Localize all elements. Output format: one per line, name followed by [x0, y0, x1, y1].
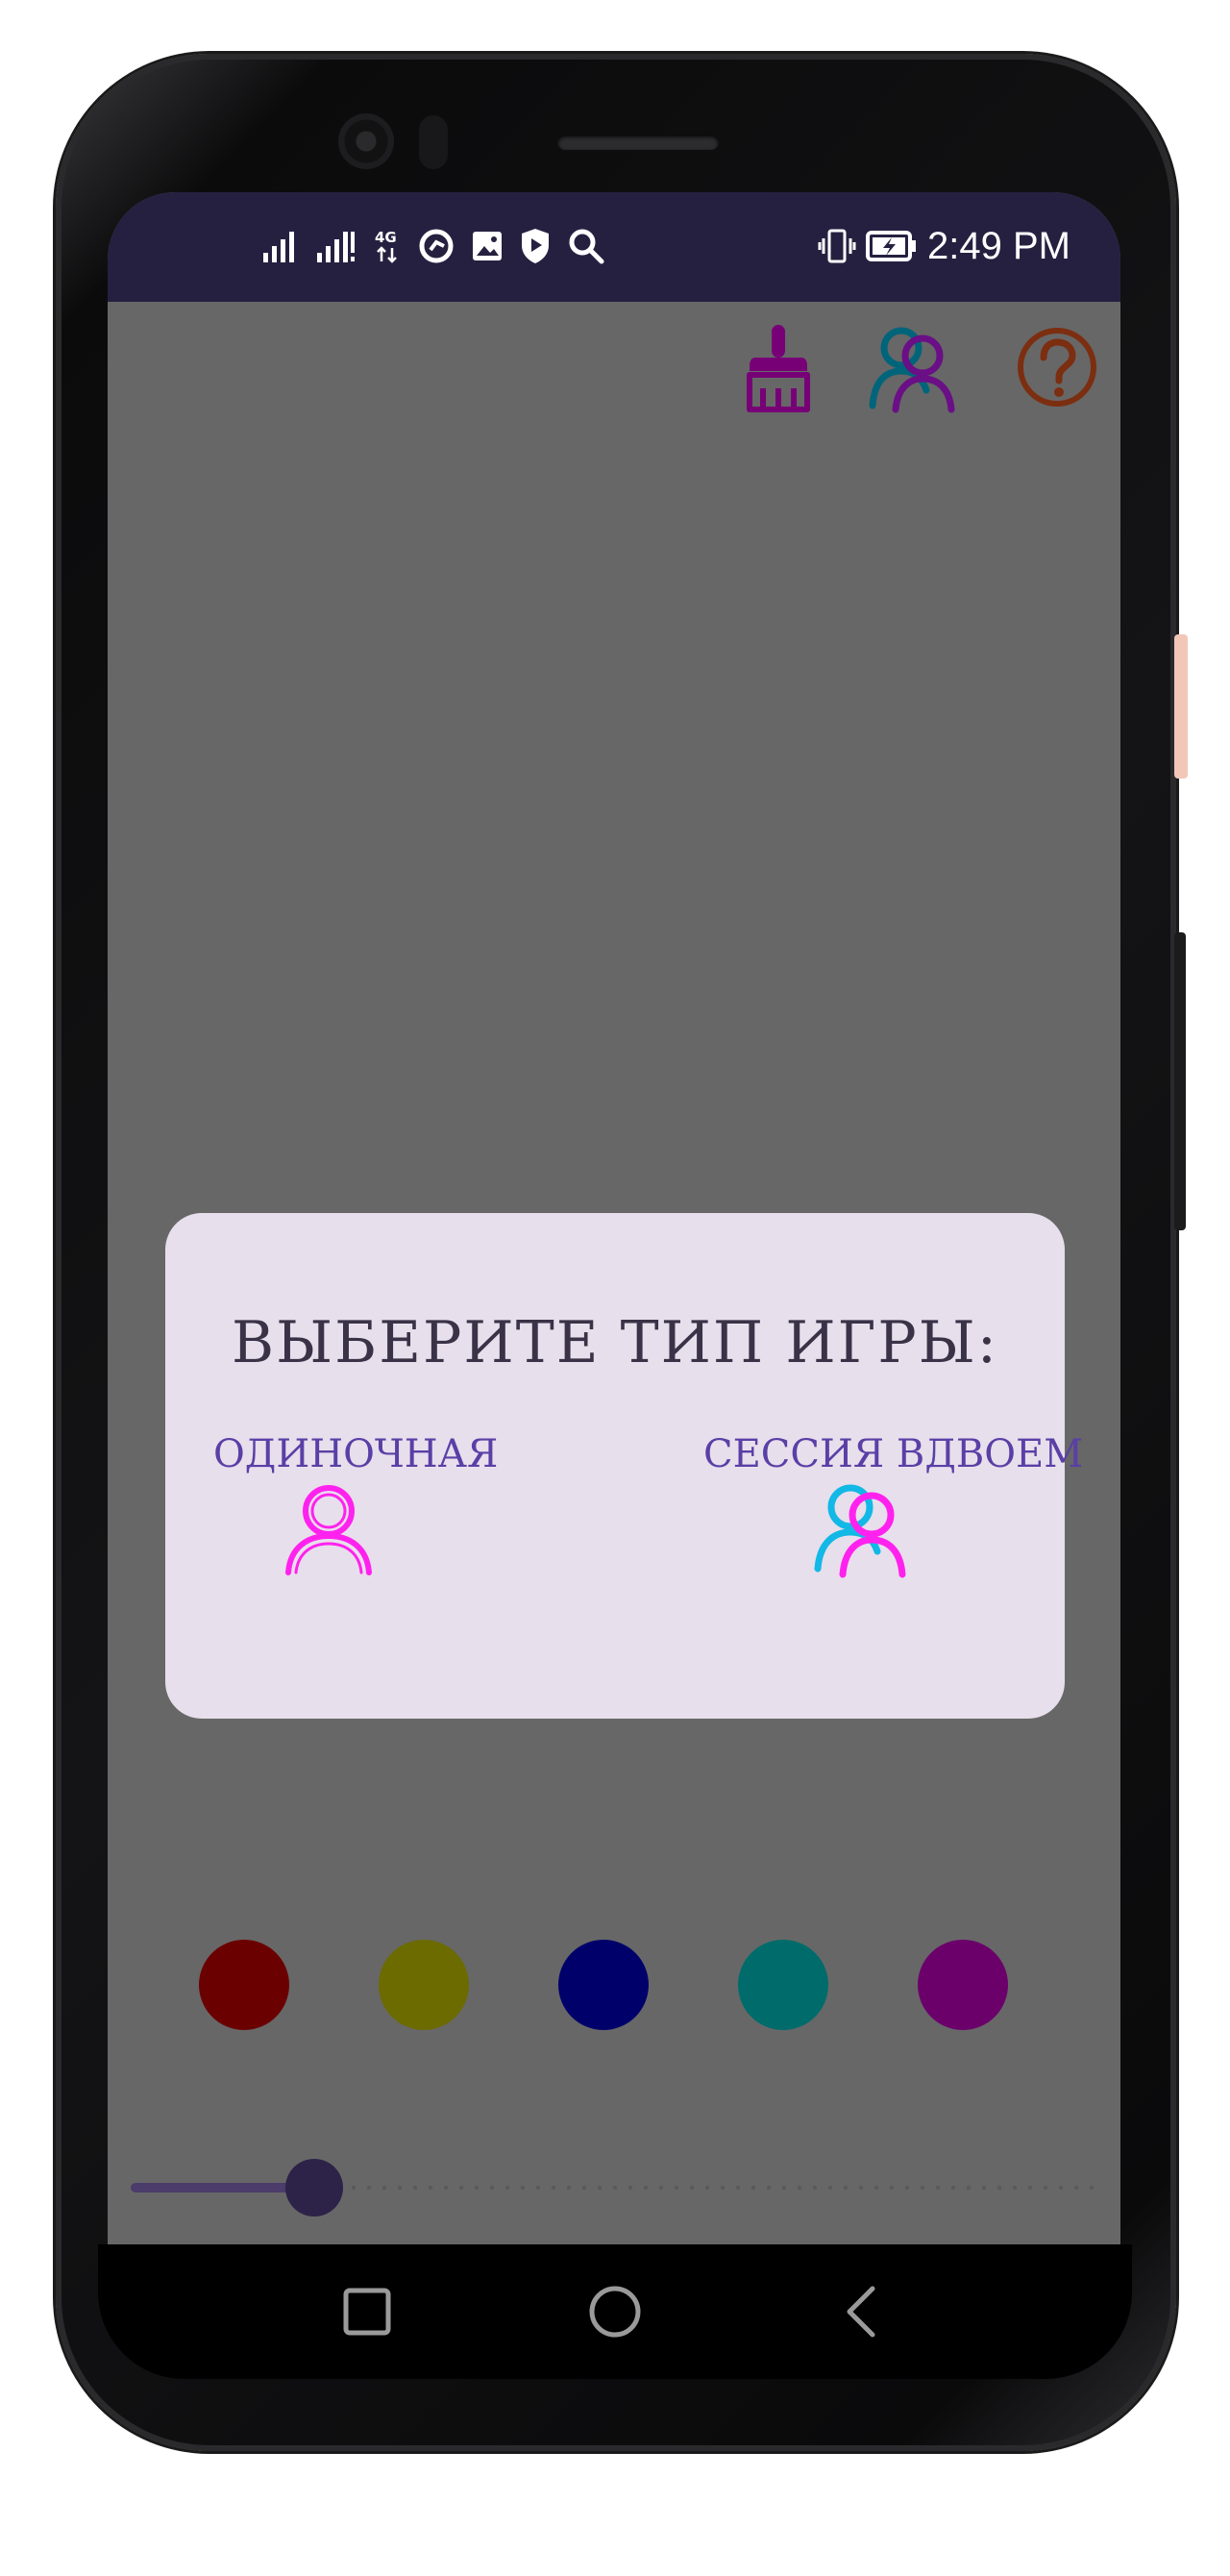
power-button — [1174, 932, 1186, 1230]
signal-icon — [317, 232, 355, 262]
image-icon — [473, 232, 502, 260]
status-left-icons: 4G — [261, 225, 605, 267]
battery-charging-icon — [866, 231, 917, 261]
app-canvas[interactable]: ВЫБЕРИТЕ ТИП ИГРЫ: ОДИНОЧНАЯ СЕССИЯ ВДВО… — [108, 302, 1120, 2244]
back-icon[interactable] — [832, 2281, 894, 2342]
broom-icon[interactable] — [732, 321, 824, 413]
color-swatch-red[interactable] — [199, 1940, 289, 2030]
game-type-dialog: ВЫБЕРИТЕ ТИП ИГРЫ: ОДИНОЧНАЯ СЕССИЯ ВДВО… — [165, 1213, 1084, 1719]
network-4g-icon: 4G — [375, 229, 397, 263]
color-swatch-navy[interactable] — [558, 1940, 649, 2030]
search-icon — [569, 229, 604, 264]
help-icon[interactable] — [1011, 321, 1103, 413]
signal-icon — [263, 232, 294, 262]
single-game-label: ОДИНОЧНАЯ — [213, 1432, 499, 1476]
proximity-sensor — [419, 115, 448, 169]
navigation-bar — [98, 2244, 1132, 2379]
recent-apps-icon[interactable] — [336, 2281, 398, 2342]
shield-play-icon — [522, 229, 549, 263]
duo-session-option[interactable]: СЕССИЯ ВДВОЕМ — [703, 1432, 1084, 1580]
screen: 4G 2:49 PM ВЫБЕРИТЕ ТИП ИГРЫ: ОДИНОЧНАЯ … — [108, 192, 1120, 2244]
status-bar: 4G 2:49 PM — [108, 192, 1120, 302]
color-swatch-olive[interactable] — [379, 1940, 469, 2030]
single-player-icon — [285, 1485, 372, 1575]
vpn-icon — [419, 229, 454, 263]
single-game-option[interactable]: ОДИНОЧНАЯ — [213, 1432, 499, 1580]
status-right: 2:49 PM — [818, 221, 1070, 271]
home-icon[interactable] — [584, 2281, 646, 2342]
svg-text:4G: 4G — [375, 229, 397, 246]
duo-session-label: СЕССИЯ ВДВОЕМ — [703, 1432, 1084, 1476]
side-button-accent — [1174, 634, 1188, 779]
color-palette — [108, 1940, 1120, 2032]
dialog-title: ВЫБЕРИТЕ ТИП ИГРЫ: — [231, 1309, 998, 1376]
two-players-icon — [814, 1484, 906, 1578]
color-swatch-purple[interactable] — [918, 1940, 1008, 2030]
status-time: 2:49 PM — [927, 224, 1070, 267]
color-swatch-teal[interactable] — [738, 1940, 828, 2030]
slider-thumb[interactable] — [285, 2159, 343, 2217]
two-players-icon[interactable] — [867, 321, 959, 413]
earpiece-speaker — [557, 135, 719, 150]
vibrate-icon — [818, 229, 856, 263]
brush-size-slider[interactable] — [131, 2159, 1097, 2217]
front-camera — [338, 113, 394, 169]
